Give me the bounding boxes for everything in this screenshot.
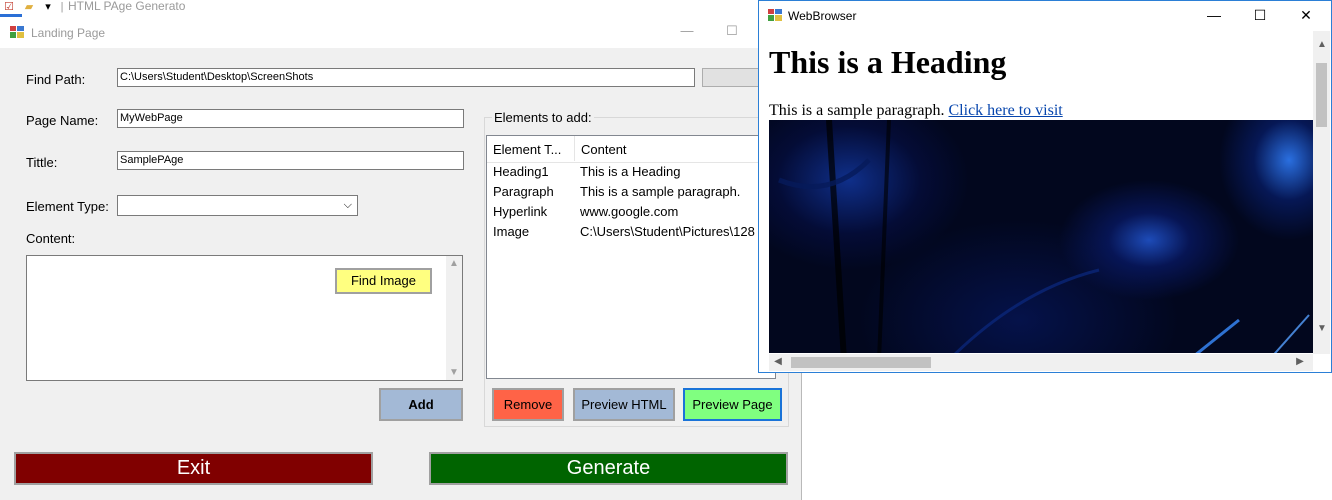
list-item[interactable]: Image C:\Users\Student\Pictures\128	[487, 222, 775, 242]
maximize-icon[interactable]: ☐	[1245, 5, 1275, 25]
background-app-title: HTML PAge Generato	[68, 0, 186, 13]
element-type-label: Element Type:	[26, 199, 109, 214]
preview-html-button[interactable]: Preview HTML	[573, 388, 675, 421]
checkbox-icon[interactable]: ☑	[3, 1, 15, 13]
list-item-type: Heading1	[493, 164, 549, 179]
list-item-type: Image	[493, 224, 530, 239]
elements-group-label: Elements to add:	[492, 110, 594, 125]
add-button[interactable]: Add	[379, 388, 463, 421]
paragraph-text: This is a sample paragraph.	[769, 102, 945, 119]
image-texture	[778, 120, 1310, 353]
scroll-up-icon[interactable]: ▲	[447, 258, 461, 269]
list-item-content: www.google.com	[580, 204, 679, 219]
list-item-type: Paragraph	[493, 184, 554, 199]
scroll-up-icon[interactable]: ▲	[1315, 39, 1329, 50]
title-label: Tittle:	[26, 155, 58, 170]
scroll-thumb[interactable]	[791, 357, 931, 368]
chevron-down-icon: ⌵	[343, 199, 352, 211]
remove-button[interactable]: Remove	[492, 388, 564, 421]
list-item[interactable]: Hyperlink www.google.com	[487, 202, 775, 222]
minimize-icon[interactable]: —	[675, 22, 699, 40]
page-paragraph: This is a sample paragraph. Click here t…	[769, 102, 1063, 120]
column-element-type[interactable]: Element T...	[493, 142, 561, 157]
column-content[interactable]: Content	[581, 142, 627, 157]
landing-titlebar[interactable]: Landing Page — ☐	[0, 17, 801, 48]
page-heading: This is a Heading	[769, 44, 1007, 80]
browser-vertical-scrollbar[interactable]: ▲ ▼	[1313, 31, 1330, 354]
element-type-select[interactable]: ⌵	[117, 195, 358, 216]
column-separator[interactable]	[574, 136, 575, 161]
list-item-content: This is a sample paragraph.	[580, 184, 741, 199]
close-icon[interactable]: ✕	[1291, 5, 1321, 25]
list-item-content: This is a Heading	[580, 164, 681, 179]
folder-icon[interactable]: ▰	[23, 1, 35, 13]
landing-window-title: Landing Page	[31, 26, 106, 40]
scroll-left-icon[interactable]: ◀	[771, 356, 785, 367]
content-scrollbar[interactable]: ▲ ▼	[446, 256, 462, 380]
generate-button[interactable]: Generate	[429, 452, 788, 485]
browser-horizontal-scrollbar[interactable]: ◀ ▶	[769, 354, 1313, 371]
scroll-down-icon[interactable]: ▼	[1315, 323, 1329, 334]
list-item[interactable]: Heading1 This is a Heading	[487, 162, 775, 182]
page-image	[769, 120, 1313, 353]
elements-list-header: Element T... Content	[487, 136, 775, 163]
app-icon	[10, 26, 24, 38]
find-path-label: Find Path:	[26, 72, 86, 87]
landing-page-window: Landing Page — ☐ Find Path: C:\Users\Stu…	[0, 17, 802, 500]
scroll-thumb[interactable]	[1316, 63, 1327, 127]
minimize-icon[interactable]: —	[1199, 5, 1229, 25]
title-input[interactable]: SamplePAge	[117, 151, 464, 170]
preview-page-button[interactable]: Preview Page	[683, 388, 782, 421]
page-name-input[interactable]: MyWebPage	[117, 109, 464, 128]
find-path-input[interactable]: C:\Users\Student\Desktop\ScreenShots	[117, 68, 695, 87]
app-icon	[768, 9, 782, 21]
scroll-down-icon[interactable]: ▼	[447, 367, 461, 378]
separator-icon: |	[60, 1, 64, 13]
web-browser-window: WebBrowser — ☐ ✕ This is a Heading This …	[758, 0, 1332, 373]
exit-button[interactable]: Exit	[14, 452, 373, 485]
browser-content: This is a Heading This is a sample parag…	[769, 31, 1313, 353]
browser-titlebar[interactable]: WebBrowser — ☐ ✕	[759, 1, 1331, 31]
elements-list[interactable]: Element T... Content Heading1 This is a …	[486, 135, 776, 379]
find-image-button[interactable]: Find Image	[335, 268, 432, 294]
browser-window-title: WebBrowser	[788, 9, 857, 23]
list-item-content: C:\Users\Student\Pictures\128	[580, 224, 755, 239]
background-app-titlebar: ☑ ▰ ▾ | HTML PAge Generato	[0, 0, 760, 17]
list-item[interactable]: Paragraph This is a sample paragraph.	[487, 182, 775, 202]
list-item-type: Hyperlink	[493, 204, 548, 219]
scroll-right-icon[interactable]: ▶	[1293, 356, 1307, 367]
page-name-label: Page Name:	[26, 113, 99, 128]
content-label: Content:	[26, 231, 76, 246]
maximize-icon[interactable]: ☐	[720, 22, 744, 40]
quick-access-dropdown-icon[interactable]: ▾	[42, 1, 54, 13]
visit-link[interactable]: Click here to visit	[949, 102, 1063, 119]
